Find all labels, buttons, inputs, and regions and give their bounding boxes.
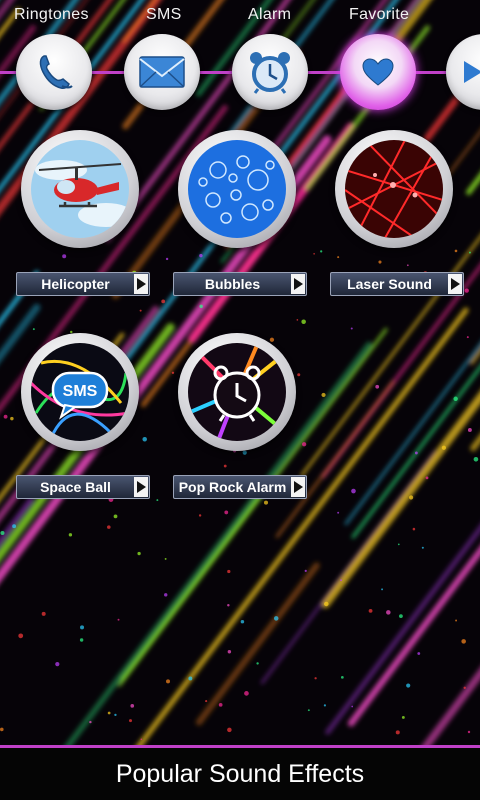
sound-label-bar[interactable]: Bubbles <box>173 272 307 296</box>
tab-favorite-label[interactable]: Favorite <box>349 6 409 24</box>
tab-favorite[interactable] <box>340 34 416 110</box>
sound-item-laser-sound[interactable]: Laser Sound <box>330 130 464 296</box>
footer-title: Popular Sound Effects <box>115 759 365 788</box>
chevron-right-icon <box>464 61 480 83</box>
sound-label: Helicopter <box>41 276 110 292</box>
sound-label-bar[interactable]: Space Ball <box>16 475 150 499</box>
thumb-frame <box>178 333 296 451</box>
alarm-clock-icon <box>188 343 286 441</box>
sound-label: Pop Rock Alarm <box>178 479 287 495</box>
envelope-icon <box>139 56 185 88</box>
sms-bubble-icon: SMS <box>31 343 129 441</box>
heart-icon <box>362 58 394 86</box>
footer-bar: Popular Sound Effects <box>0 745 480 800</box>
svg-text:SMS: SMS <box>63 383 98 400</box>
play-arrow-icon[interactable] <box>291 477 305 497</box>
sound-label-bar[interactable]: Helicopter <box>16 272 150 296</box>
thumb-frame <box>178 130 296 248</box>
bubbles-icon <box>188 140 286 238</box>
sound-item-space-ball[interactable]: SMS Space Ball <box>16 333 150 499</box>
phone-icon <box>39 55 73 89</box>
tab-sms[interactable] <box>124 34 200 110</box>
tab-labels: Ringtones SMS Alarm Favorite <box>0 0 480 30</box>
alarm-clock-icon <box>250 52 290 94</box>
sound-label: Space Ball <box>40 479 111 495</box>
sound-item-bubbles[interactable]: Bubbles <box>173 130 307 296</box>
play-arrow-icon[interactable] <box>291 274 305 294</box>
sound-label-bar[interactable]: Laser Sound <box>330 272 464 296</box>
sound-item-helicopter[interactable]: Helicopter <box>16 130 150 296</box>
thumb-frame <box>21 130 139 248</box>
app-screen: Ringtones SMS Alarm Favorite Helicopter … <box>0 0 480 800</box>
sound-item-pop-rock-alarm[interactable]: Pop Rock Alarm <box>173 333 307 499</box>
laser-icon <box>345 140 443 238</box>
thumb-frame: SMS <box>21 333 139 451</box>
sound-label: Bubbles <box>204 276 261 292</box>
play-arrow-icon[interactable] <box>448 274 462 294</box>
tab-alarm[interactable] <box>232 34 308 110</box>
sound-label-bar[interactable]: Pop Rock Alarm <box>173 475 307 499</box>
thumb-frame <box>335 130 453 248</box>
play-arrow-icon[interactable] <box>134 477 148 497</box>
tab-sms-label[interactable]: SMS <box>146 6 182 24</box>
sound-label: Laser Sound <box>347 276 432 292</box>
tab-alarm-label[interactable]: Alarm <box>248 6 291 24</box>
play-arrow-icon[interactable] <box>134 274 148 294</box>
tab-ringtones[interactable] <box>16 34 92 110</box>
tab-ringtones-label[interactable]: Ringtones <box>14 6 89 24</box>
helicopter-icon <box>31 140 129 238</box>
